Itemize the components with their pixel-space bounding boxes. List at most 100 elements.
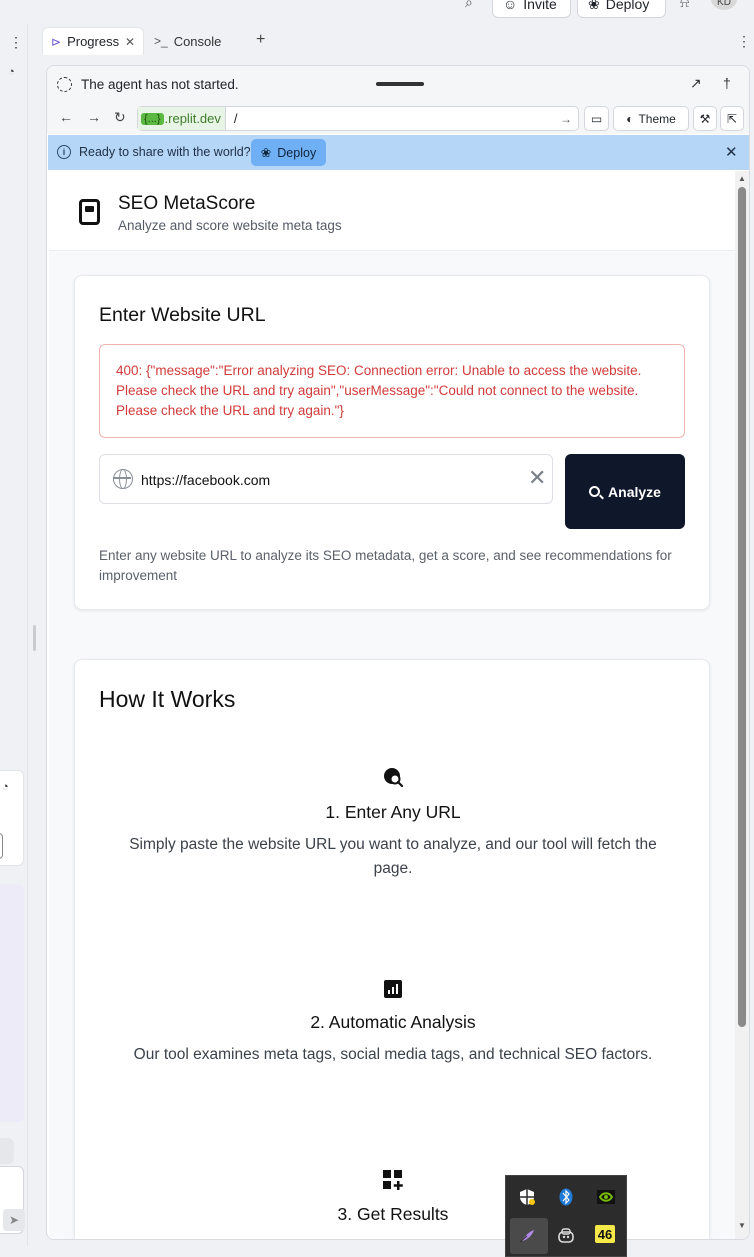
more-options-icon[interactable]: ⋮ (9, 34, 23, 51)
agent-status-text: The agent has not started. (81, 77, 239, 92)
globe-icon (113, 469, 133, 489)
deploy-label: Deploy (605, 0, 650, 12)
send-icon[interactable]: ➤ (3, 1209, 25, 1231)
info-icon: i (57, 145, 71, 159)
app-viewport: SEO MetaScore Analyze and score website … (49, 171, 735, 1239)
deploy-label: Deploy (277, 145, 317, 160)
left-chip[interactable] (0, 1138, 14, 1164)
agent-status-bar: The agent has not started. ↗ † (47, 66, 749, 102)
url-badge: {...} (141, 112, 164, 125)
step-description: Our tool examines meta tags, social medi… (133, 1046, 653, 1063)
scrollbar-thumb[interactable] (738, 187, 746, 1027)
forward-icon[interactable]: → (87, 109, 101, 125)
security-icon[interactable] (516, 1186, 538, 1208)
drag-handle[interactable] (376, 82, 424, 86)
add-user-icon: ☺ (503, 0, 518, 12)
pane-resize-handle[interactable] (33, 625, 36, 651)
add-tab-icon[interactable]: + (256, 31, 265, 49)
back-icon[interactable]: ← (59, 109, 73, 125)
share-text: Ready to share with the world? (79, 145, 251, 159)
bluetooth-icon[interactable] (555, 1186, 577, 1208)
scroll-down-icon[interactable]: ▼ (738, 1221, 746, 1230)
pin-icon[interactable]: † (723, 75, 731, 91)
nvidia-icon[interactable] (595, 1186, 617, 1208)
close-icon[interactable]: ✕ (725, 143, 738, 161)
gauge-icon[interactable]: ◔ (2, 781, 9, 793)
url-form-card: Enter Website URL 400: {"message":"Error… (74, 275, 710, 610)
devtools-button[interactable]: ⚒ (693, 106, 717, 131)
copilot-icon[interactable] (555, 1225, 577, 1247)
wrench-icon: ⚒ (699, 111, 711, 126)
tab-bar: ⊳ Progress ✕ >_ Console + ⋮ (38, 24, 754, 56)
url-path: / (233, 111, 238, 126)
device-button[interactable]: ▭ (584, 106, 609, 131)
reload-icon[interactable]: ↻ (114, 109, 126, 126)
external-link-icon: ⇱ (726, 111, 738, 126)
url-input[interactable]: https://facebook.com ✕ (99, 454, 553, 504)
monitor-icon: ▭ (590, 111, 603, 126)
open-new-tab-button[interactable]: ⇱ (720, 106, 744, 131)
form-hint: Enter any website URL to analyze its SEO… (99, 548, 672, 583)
step-title: 2. Automatic Analysis (310, 1012, 476, 1032)
banner-deploy-button[interactable]: ❀ Deploy (251, 139, 326, 166)
address-bar[interactable]: {...} .replit.dev / → (137, 106, 579, 131)
more-options-icon[interactable]: ⋮ (737, 33, 751, 50)
share-banner: i Ready to share with the world? ❀ Deplo… (48, 135, 749, 170)
terminal-icon: >_ (154, 34, 168, 48)
bar-chart-icon (384, 980, 402, 998)
search-icon[interactable]: ⌕ (465, 0, 473, 11)
grid-add-icon (383, 1170, 403, 1190)
step-title: 1. Enter Any URL (325, 802, 461, 822)
how-it-works-card: How It Works 1. Enter Any URL Simply pas… (74, 659, 711, 1239)
gauge-icon[interactable]: ◔ (8, 66, 15, 78)
invite-button[interactable]: ☺ Invite (492, 0, 571, 18)
analyze-button[interactable]: Analyze (565, 454, 685, 529)
app-subtitle: Analyze and score website meta tags (118, 218, 342, 233)
theme-label: Theme (638, 111, 676, 126)
left-chat-area (0, 884, 24, 1122)
search-icon (589, 486, 601, 497)
deploy-icon: ❀ (260, 146, 272, 160)
step-description: Simply paste the website URL you want to… (129, 836, 657, 877)
how-heading: How It Works (99, 686, 236, 712)
url-host-text: .replit.dev (164, 111, 221, 126)
deploy-icon: ❀ (588, 0, 600, 12)
clear-icon[interactable]: ✕ (528, 465, 546, 491)
left-composer[interactable]: ➤ (0, 1166, 25, 1234)
app-title: SEO MetaScore (118, 193, 256, 214)
external-link-icon[interactable]: ↗ (690, 75, 702, 92)
globe-search-icon (384, 768, 404, 788)
bottom-strip (0, 1246, 505, 1257)
scroll-up-icon[interactable]: ▲ (738, 174, 746, 183)
tab-label: Progress (67, 34, 120, 49)
counter-badge[interactable]: 46 (595, 1225, 615, 1243)
browser-toolbar: ← → ↻ {...} .replit.dev / → ▭ ◐ Theme ⚒ … (47, 102, 749, 134)
left-panel-card: ◔ (0, 770, 24, 866)
error-message: 400: {"message":"Error analyzing SEO: Co… (99, 344, 685, 438)
tab-label: Console (173, 33, 222, 49)
analyze-label: Analyze (608, 483, 661, 500)
tab-progress[interactable]: ⊳ Progress ✕ (42, 27, 144, 55)
tab-console[interactable]: >_ Console (146, 27, 242, 55)
theme-button[interactable]: ◐ Theme (613, 106, 689, 131)
step-item: 2. Automatic Analysis Our tool examines … (75, 980, 711, 1067)
system-tray-popup: 46 (505, 1175, 627, 1257)
scrollbar[interactable]: ▲ ▼ (735, 171, 749, 1239)
feather-icon[interactable] (516, 1225, 538, 1247)
loading-icon (57, 77, 72, 92)
url-host: {...} .replit.dev (138, 107, 226, 130)
progress-icon: ⊳ (51, 34, 62, 49)
go-icon[interactable]: → (560, 112, 572, 126)
step-item: 1. Enter Any URL Simply paste the websit… (75, 766, 711, 881)
app-logo-icon (79, 199, 100, 225)
top-toolbar: ⌕ ☺ Invite ❀ Deploy ⍾ KD (0, 0, 754, 24)
app-header: SEO MetaScore Analyze and score website … (49, 171, 735, 251)
top-deploy-button[interactable]: ❀ Deploy (577, 0, 666, 18)
close-icon[interactable]: ✕ (125, 35, 135, 49)
bell-icon[interactable]: ⍾ (680, 0, 689, 11)
avatar[interactable]: KD (711, 0, 737, 10)
invite-label: Invite (523, 0, 557, 12)
left-input-box[interactable] (0, 833, 3, 859)
webview-panel: The agent has not started. ↗ † ← → ↻ {..… (46, 65, 750, 1240)
form-heading: Enter Website URL (99, 304, 266, 326)
